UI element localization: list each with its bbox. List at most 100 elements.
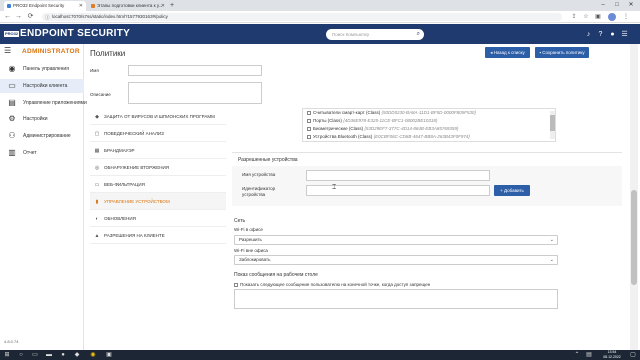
sidebar-item-app-management[interactable]: ▤ Управление приложениями	[0, 96, 87, 110]
search-placeholder: Поиск Компьютер	[332, 32, 370, 37]
mouse-cursor-icon: ⌶	[332, 184, 337, 191]
page-title: Политики	[90, 49, 126, 58]
tab-close-icon[interactable]: ✕	[161, 1, 165, 11]
tab-close-icon[interactable]: ✕	[79, 1, 83, 11]
reload-icon[interactable]: ⟳	[26, 12, 35, 22]
name-label: Имя	[90, 68, 99, 73]
browser-tab[interactable]: Этапы подготовки клиента к у... ✕	[88, 1, 168, 11]
menu-icon[interactable]: ☰	[620, 29, 629, 40]
app-icon[interactable]: ◆	[72, 351, 82, 359]
url-text: localhost:7070/s7ss/static/index.html?15…	[52, 14, 168, 19]
share-icon[interactable]: ⇪	[570, 13, 578, 21]
chrome-icon[interactable]: ◉	[88, 351, 98, 359]
device-class-row[interactable]: Биометрические (Class) {53D29EF7-377C-4D…	[307, 126, 458, 131]
sidebar-item-report[interactable]: ▥ Отчет	[0, 146, 84, 160]
section-firewall[interactable]: ▦ БРАНДМАУЭР	[90, 142, 226, 159]
file-explorer-icon[interactable]: ▬	[44, 351, 54, 359]
device-name-field[interactable]	[306, 170, 490, 181]
description-field[interactable]	[128, 82, 262, 104]
chevron-down-icon: ⌄	[549, 257, 554, 263]
checkbox[interactable]	[307, 110, 311, 115]
search-input[interactable]: Поиск Компьютер ⌕	[326, 29, 424, 40]
user-icon[interactable]: ●	[608, 29, 617, 40]
browser-tab-active[interactable]: PRO32 Endpoint Security ✕	[4, 1, 86, 11]
section-label: ПОВЕДЕНЧЕСКИЙ АНАЛИЗ	[104, 131, 164, 136]
tray-icon[interactable]: ⌃	[572, 351, 582, 359]
show-message-checkbox-row[interactable]: Показать следующее сообщение пользовател…	[234, 282, 430, 287]
search-icon[interactable]: ⌕	[417, 29, 420, 40]
network-icon[interactable]: ▤	[584, 351, 594, 359]
help-icon[interactable]: ?	[596, 29, 605, 40]
forward-icon[interactable]: →	[14, 12, 23, 22]
device-id-label: Идентификатор устройства	[242, 186, 276, 197]
search-icon[interactable]: ○	[16, 351, 26, 359]
list-scrollbar-thumb[interactable]	[550, 115, 555, 131]
start-icon[interactable]: ⊞	[2, 351, 12, 359]
message-textarea[interactable]	[234, 289, 558, 309]
section-client-permissions[interactable]: ▲ РАЗРЕШЕНИЯ НА КЛИЕНТЕ	[90, 227, 226, 244]
clock[interactable]: 13:54 08.12.2022	[598, 350, 626, 360]
section-updates[interactable]: ◐ ОБНОВЛЕНИЯ	[90, 210, 226, 227]
close-window-button[interactable]: ✕	[624, 0, 638, 11]
section-intrusion-detection[interactable]: ◎ ОБНАРУЖЕНИЕ ВТОРЖЕНИЯ	[90, 159, 226, 176]
notifications-icon[interactable]: ▢	[628, 351, 638, 359]
address-bar-row: ← → ⟳ ⓘ localhost:7070/s7ss/static/index…	[0, 11, 640, 23]
device-icon: ▮	[95, 199, 99, 205]
bookmark-star-icon[interactable]: ☆	[582, 13, 590, 21]
back-icon[interactable]: ←	[3, 12, 12, 22]
section-antivirus[interactable]: ◆ ЗАЩИТА ОТ ВИРУСОВ И ШПИОНСКИХ ПРОГРАММ	[90, 108, 226, 125]
device-class-row[interactable]: Считыватели смарт-карт (Class) {50DD5230…	[307, 110, 476, 115]
info-icon: ⓘ	[45, 15, 50, 20]
gear-icon: ⚙	[8, 114, 16, 123]
task-view-icon[interactable]: ▭	[30, 351, 40, 359]
add-device-button[interactable]: + Добавить	[494, 185, 530, 196]
device-class-row[interactable]: Устройства Bluetooth (Class) {E0CBF06C-C…	[307, 134, 470, 139]
device-class-row[interactable]: Порты (Class) {4D36E978-E325-11CE-BFC1-0…	[307, 118, 437, 123]
back-to-list-button[interactable]: ◂ Назад к списку	[485, 47, 530, 58]
minimize-button[interactable]: –	[596, 0, 610, 11]
message-heading: Показ сообщения на рабочем столе	[234, 272, 318, 278]
chevron-down-icon: ⌄	[549, 237, 554, 243]
checkbox[interactable]	[307, 126, 311, 131]
sidebar-toggle-icon[interactable]: ☰	[4, 46, 11, 55]
tab-title: Этапы подготовки клиента к у...	[97, 3, 163, 8]
app-icon[interactable]: ●	[58, 351, 68, 359]
name-field[interactable]	[128, 65, 262, 76]
section-device-management[interactable]: ▮ УПРАВЛЕНИЕ УСТРОЙСТВОМ	[90, 193, 226, 210]
section-web-filtering[interactable]: ▭ ВЕБ-ФИЛЬТРАЦИЯ	[90, 176, 226, 193]
web-filter-icon: ▭	[94, 182, 100, 188]
browser-menu-icon[interactable]: ⋮	[622, 13, 630, 21]
network-heading: Сеть	[234, 218, 246, 224]
sidebar-item-settings[interactable]: ⚙ Настройки	[0, 112, 84, 126]
page-scrollbar-thumb[interactable]	[631, 190, 637, 285]
wifi-office-select[interactable]: Разрешить ⌄	[234, 235, 558, 245]
new-tab-button[interactable]: +	[170, 1, 174, 10]
extensions-icon[interactable]: ▣	[594, 13, 602, 21]
version-label: 4.8.0.74	[4, 339, 19, 344]
section-label: ОБНАРУЖЕНИЕ ВТОРЖЕНИЯ	[104, 165, 169, 170]
favicon-icon	[7, 4, 11, 8]
sidebar-item-dashboard[interactable]: ◉ Панель управления	[0, 62, 84, 76]
maximize-button[interactable]: □	[610, 0, 624, 11]
profile-avatar-icon[interactable]	[608, 13, 616, 21]
app-header: PRO32 ENDPOINT SECURITY	[0, 24, 640, 44]
sidebar-item-client-settings[interactable]: ▭ Настройки клиента	[0, 79, 84, 93]
checkbox[interactable]	[307, 134, 311, 139]
save-policy-button[interactable]: ▪ Сохранить политику	[535, 47, 589, 58]
update-icon: ◐	[95, 216, 99, 222]
apps-icon: ▤	[8, 98, 16, 107]
wifi-outside-select[interactable]: Заблокировать ⌄	[234, 255, 558, 265]
monitor-icon: ▭	[8, 81, 16, 90]
sidebar-item-administration[interactable]: ⚇ Администрирование	[0, 129, 84, 143]
sidebar-item-label: Настройки клиента	[23, 83, 68, 89]
divider	[232, 152, 622, 153]
sidebar-item-label: Панель управления	[23, 66, 69, 72]
bell-icon[interactable]: ♪	[584, 29, 593, 40]
url-input[interactable]: ⓘ localhost:7070/s7ss/static/index.html?…	[42, 13, 562, 21]
allowed-devices-heading: Разрешенные устройства	[238, 157, 298, 163]
app-icon[interactable]: ▣	[104, 351, 114, 359]
list-scrollbar[interactable]	[550, 111, 555, 139]
section-behavior-analysis[interactable]: ▢ ПОВЕДЕНЧЕСКИЙ АНАЛИЗ	[90, 125, 226, 142]
checkbox[interactable]	[234, 282, 238, 287]
checkbox[interactable]	[307, 118, 311, 123]
